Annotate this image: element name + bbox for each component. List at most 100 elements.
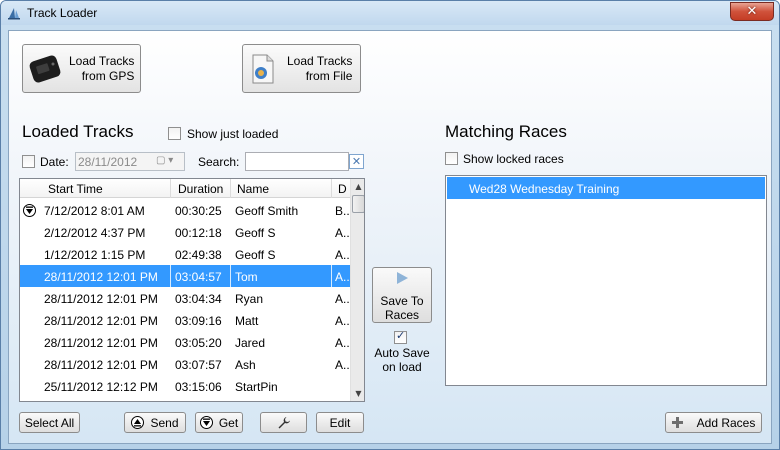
table-row[interactable]: 28/11/2012 12:01 PM 03:04:34 Ryan A.. (20, 287, 350, 309)
matching-races-heading: Matching Races (445, 122, 567, 141)
load-from-gps-label: Load Tracks from GPS (69, 53, 135, 83)
cell-name: Geoff Smith (235, 204, 299, 218)
cell-start-time: 25/11/2012 12:12 PM (44, 380, 158, 394)
cell-start-time: 7/12/2012 8:01 AM (44, 204, 145, 218)
cell-d: A.. (335, 336, 350, 350)
save-to-races-button[interactable]: Save To Races (372, 267, 432, 323)
column-header-start-time[interactable]: Start Time (48, 182, 103, 196)
auto-save-label: Auto Save on load (374, 346, 430, 374)
cell-duration: 02:49:38 (175, 248, 222, 262)
cell-d: A.. (335, 270, 350, 284)
cell-duration: 03:07:57 (175, 358, 222, 372)
cell-name: Jared (235, 336, 266, 350)
add-races-label: Add Races (696, 415, 756, 430)
cell-start-time: 1/12/2012 1:15 PM (44, 248, 146, 262)
cell-duration: 00:12:18 (175, 226, 222, 240)
edit-label: Edit (329, 415, 351, 430)
table-row-selected[interactable]: 28/11/2012 12:01 PM 03:04:57 Tom A.. (20, 265, 350, 287)
close-button[interactable]: ✕ (730, 2, 774, 21)
table-row[interactable]: 7/12/2012 8:01 AM 00:30:25 Geoff Smith B… (20, 199, 350, 221)
loaded-tracks-heading: Loaded Tracks (22, 122, 134, 141)
date-picker[interactable]: 28/11/2012 ▢ ▾ (75, 152, 185, 171)
cell-start-time: 28/11/2012 12:01 PM (44, 292, 158, 306)
cell-duration: 03:04:34 (175, 292, 222, 306)
track-loader-window: Track Loader ✕ Load Tracks from GPS Load… (0, 0, 780, 450)
save-to-races-label: Save To Races (380, 294, 424, 322)
date-value: 28/11/2012 (78, 155, 138, 169)
cell-name: StartPin (235, 380, 278, 394)
table-row[interactable]: 28/11/2012 12:01 PM 03:05:20 Jared A.. (20, 331, 350, 353)
calendar-dropdown-icon[interactable]: ▢ ▾ (156, 155, 182, 168)
search-label: Search: (198, 155, 240, 169)
table-header: Start Time Duration Name D (20, 179, 350, 198)
add-races-button[interactable]: Add Races (665, 412, 762, 433)
get-button[interactable]: Get (195, 412, 243, 433)
cell-d: A.. (335, 292, 350, 306)
table-row[interactable]: 28/11/2012 12:01 PM 03:09:16 Matt A.. (20, 309, 350, 331)
cell-duration: 03:15:06 (175, 380, 222, 394)
file-icon (252, 54, 274, 83)
cell-name: Tom (235, 270, 258, 284)
cell-name: Matt (235, 314, 259, 328)
scroll-down-icon[interactable]: ▼ (352, 386, 364, 401)
cell-name: Ash (235, 358, 256, 372)
show-locked-races-checkbox[interactable] (445, 152, 458, 165)
cell-duration: 03:04:57 (175, 270, 222, 284)
upload-icon (131, 416, 145, 429)
edit-button[interactable]: Edit (316, 412, 364, 433)
cell-name: Geoff S (235, 248, 276, 262)
select-all-button[interactable]: Select All (19, 412, 80, 433)
show-just-loaded-checkbox[interactable] (168, 127, 181, 140)
client-area: Load Tracks from GPS Load Tracks from Fi… (8, 30, 772, 444)
gps-device-icon (29, 55, 61, 82)
arrow-right-icon (396, 272, 408, 284)
list-item-selected[interactable]: Wed28 Wednesday Training (447, 177, 765, 199)
show-locked-races-label: Show locked races (463, 152, 564, 166)
scroll-thumb[interactable] (352, 195, 364, 213)
plus-icon (671, 417, 683, 428)
settings-button[interactable] (260, 412, 307, 433)
vertical-scrollbar[interactable]: ▲ ▼ (350, 179, 364, 401)
cell-d: A.. (335, 226, 350, 240)
table-row[interactable]: 1/12/2012 1:15 PM 02:49:38 Geoff S A.. (20, 243, 350, 265)
cell-name: Geoff S (235, 226, 276, 240)
download-icon (23, 204, 36, 217)
title-bar[interactable]: Track Loader ✕ (1, 1, 779, 25)
scroll-up-icon[interactable]: ▲ (352, 179, 364, 194)
show-just-loaded-label: Show just loaded (187, 127, 279, 141)
search-input[interactable] (245, 152, 349, 171)
wrench-icon (278, 416, 290, 428)
cell-d: A.. (335, 248, 350, 262)
load-from-file-button[interactable]: Load Tracks from File (242, 44, 361, 93)
tracks-table: Start Time Duration Name D 7/12/2012 8:0… (19, 178, 365, 402)
cell-duration: 03:05:20 (175, 336, 222, 350)
cell-start-time: 2/12/2012 4:37 PM (44, 226, 146, 240)
send-button[interactable]: Send (124, 412, 186, 433)
cell-duration: 03:09:16 (175, 314, 222, 328)
table-row[interactable]: 2/12/2012 4:37 PM 00:12:18 Geoff S A.. (20, 221, 350, 243)
cell-duration: 00:30:25 (175, 204, 222, 218)
cell-name: Ryan (235, 292, 264, 306)
date-filter-checkbox[interactable] (22, 155, 35, 168)
close-icon: ✕ (746, 4, 758, 19)
column-header-name[interactable]: Name (237, 182, 269, 196)
column-header-duration[interactable]: Duration (178, 182, 223, 196)
select-all-label: Select All (24, 415, 75, 430)
matching-races-list[interactable]: Wed28 Wednesday Training (445, 175, 767, 386)
cell-d: A.. (335, 314, 350, 328)
load-from-file-label: Load Tracks from File (287, 53, 353, 83)
window-title: Track Loader (27, 6, 98, 20)
cell-start-time: 28/11/2012 12:01 PM (44, 358, 158, 372)
date-label: Date: (40, 155, 69, 169)
table-row[interactable]: 25/11/2012 12:12 PM 03:15:06 StartPin (20, 375, 350, 397)
column-header-d[interactable]: D (338, 182, 347, 196)
get-label: Get (218, 415, 239, 430)
clear-search-icon[interactable]: ✕ (349, 154, 364, 169)
download-icon (199, 416, 213, 429)
table-row[interactable]: 28/11/2012 12:01 PM 03:07:57 Ash A.. (20, 353, 350, 375)
cell-d: B.. (335, 204, 350, 218)
cell-start-time: 28/11/2012 12:01 PM (44, 270, 158, 284)
auto-save-checkbox[interactable] (394, 329, 407, 344)
load-from-gps-button[interactable]: Load Tracks from GPS (22, 44, 141, 93)
cell-start-time: 28/11/2012 12:01 PM (44, 336, 158, 350)
